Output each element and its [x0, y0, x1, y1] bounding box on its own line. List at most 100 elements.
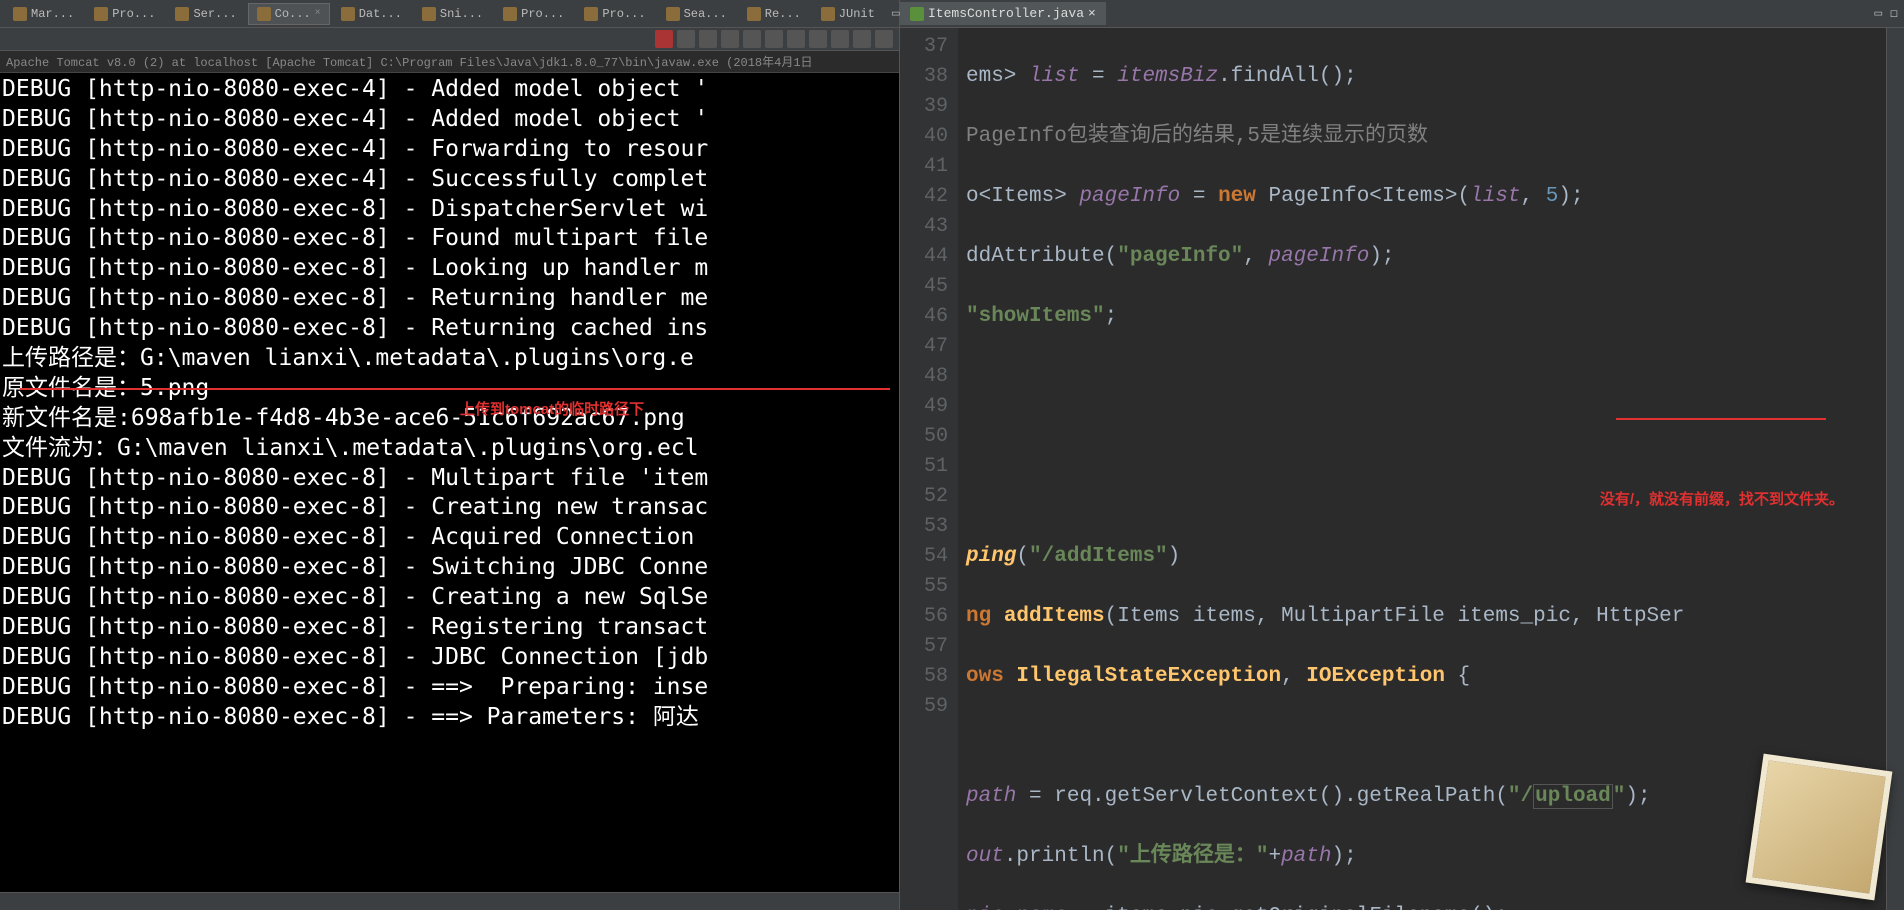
- remove-all-button[interactable]: [699, 30, 717, 48]
- tab-label: Sea...: [684, 7, 727, 21]
- tab-label: Pro...: [112, 7, 155, 21]
- minimize-icon[interactable]: ▭: [892, 6, 900, 21]
- tab-label: Co...: [275, 7, 311, 21]
- avatar-photo: [1746, 754, 1893, 901]
- console-line: DEBUG [http-nio-8080-exec-8] - ==> Param…: [2, 703, 897, 733]
- line-number: 47: [904, 332, 948, 362]
- view-tab-bar: Mar... Pro... Ser... Co... × Dat... Sni... Pro.…: [0, 0, 899, 28]
- console-scrollbar[interactable]: [0, 892, 899, 910]
- line-number: 44: [904, 242, 948, 272]
- java-file-icon: [910, 7, 924, 21]
- code-editor[interactable]: 3738394041424344454647484950515253545556…: [900, 28, 1904, 910]
- view-tab[interactable]: Sni...: [413, 3, 492, 25]
- editor-tab-itemscontroller[interactable]: ItemsController.java ×: [900, 2, 1106, 25]
- line-number: 53: [904, 512, 948, 542]
- console-output[interactable]: 上传到tomcat的临时路径下 DEBUG [http-nio-8080-exe…: [0, 73, 899, 892]
- tab-icon: [94, 7, 108, 21]
- tab-label: Dat...: [359, 7, 402, 21]
- editor-pane: ItemsController.java × ▭ ◻ 3738394041424…: [900, 0, 1904, 910]
- console-line: DEBUG [http-nio-8080-exec-8] - Returning…: [2, 284, 897, 314]
- tab-icon: [422, 7, 436, 21]
- view-tab[interactable]: Pro...: [85, 3, 164, 25]
- line-number: 50: [904, 422, 948, 452]
- console-line: DEBUG [http-nio-8080-exec-8] - Multipart…: [2, 464, 897, 494]
- terminate-button[interactable]: [655, 30, 673, 48]
- console-line: DEBUG [http-nio-8080-exec-8] - JDBC Conn…: [2, 643, 897, 673]
- view-tab[interactable]: Re...: [738, 3, 810, 25]
- line-number: 43: [904, 212, 948, 242]
- tab-icon: [666, 7, 680, 21]
- tab-label: Ser...: [193, 7, 236, 21]
- view-tab[interactable]: Pro...: [575, 3, 654, 25]
- console-line: DEBUG [http-nio-8080-exec-8] - Found mul…: [2, 224, 897, 254]
- line-number: 57: [904, 632, 948, 662]
- code-body[interactable]: ems> list = itemsBiz.findAll(); PageInfo…: [958, 28, 1886, 910]
- console-line: DEBUG [http-nio-8080-exec-8] - Registeri…: [2, 613, 897, 643]
- new-console-button[interactable]: [831, 30, 849, 48]
- console-line: DEBUG [http-nio-8080-exec-8] - Creating …: [2, 583, 897, 613]
- clear-console-button[interactable]: [721, 30, 739, 48]
- tab-icon: [257, 7, 271, 21]
- line-number: 41: [904, 152, 948, 182]
- tab-icon: [341, 7, 355, 21]
- line-number: 49: [904, 392, 948, 422]
- close-icon[interactable]: ×: [1088, 6, 1096, 21]
- tab-icon: [175, 7, 189, 21]
- line-number: 48: [904, 362, 948, 392]
- close-icon[interactable]: ×: [315, 8, 321, 19]
- console-line: DEBUG [http-nio-8080-exec-8] - ==> Prepa…: [2, 673, 897, 703]
- tab-label: Pro...: [521, 7, 564, 21]
- line-number: 52: [904, 482, 948, 512]
- console-line: DEBUG [http-nio-8080-exec-8] - Dispatche…: [2, 195, 897, 225]
- tab-icon: [584, 7, 598, 21]
- console-pane: Mar... Pro... Ser... Co... × Dat... Sni... Pro.…: [0, 0, 900, 910]
- view-tab[interactable]: Sea...: [657, 3, 736, 25]
- scroll-lock-button[interactable]: [743, 30, 761, 48]
- view-tab[interactable]: Co... ×: [248, 3, 330, 25]
- tab-label: Sni...: [440, 7, 483, 21]
- console-line: DEBUG [http-nio-8080-exec-4] - Forwardin…: [2, 135, 897, 165]
- tab-label: Mar...: [31, 7, 74, 21]
- line-number: 46: [904, 302, 948, 332]
- remove-launch-button[interactable]: [677, 30, 695, 48]
- view-tab[interactable]: Mar...: [4, 3, 83, 25]
- view-tab[interactable]: Ser...: [166, 3, 245, 25]
- view-tab[interactable]: Pro...: [494, 3, 573, 25]
- console-line: DEBUG [http-nio-8080-exec-4] - Successfu…: [2, 165, 897, 195]
- line-number: 45: [904, 272, 948, 302]
- maximize-icon[interactable]: ◻: [1890, 6, 1898, 21]
- console-process-label: Apache Tomcat v8.0 (2) at localhost [Apa…: [0, 51, 899, 73]
- editor-window-controls: ▭ ◻: [1868, 6, 1904, 21]
- tab-label: JUnit: [839, 7, 875, 21]
- line-number: 54: [904, 542, 948, 572]
- console-line: 文件流为：G:\maven lianxi\.metadata\.plugins\…: [2, 434, 897, 464]
- view-tab[interactable]: Dat...: [332, 3, 411, 25]
- line-number: 55: [904, 572, 948, 602]
- editor-tab-bar: ItemsController.java × ▭ ◻: [900, 0, 1904, 28]
- console-line: 原文件名是：5.png: [2, 374, 897, 404]
- line-number: 58: [904, 662, 948, 692]
- line-number: 38: [904, 62, 948, 92]
- console-line: DEBUG [http-nio-8080-exec-4] - Added mod…: [2, 75, 897, 105]
- console-toolbar: [0, 28, 899, 51]
- line-number: 56: [904, 602, 948, 632]
- console-line: DEBUG [http-nio-8080-exec-8] - Creating …: [2, 493, 897, 523]
- pin-console-button[interactable]: [765, 30, 783, 48]
- line-number: 37: [904, 32, 948, 62]
- line-number: 42: [904, 182, 948, 212]
- line-number: 51: [904, 452, 948, 482]
- line-number: 59: [904, 692, 948, 722]
- open-console-button[interactable]: [809, 30, 827, 48]
- editor-tab-label: ItemsController.java: [928, 6, 1084, 21]
- tab-label: Re...: [765, 7, 801, 21]
- min-button[interactable]: [853, 30, 871, 48]
- console-line: DEBUG [http-nio-8080-exec-8] - Looking u…: [2, 254, 897, 284]
- console-line: DEBUG [http-nio-8080-exec-8] - Switching…: [2, 553, 897, 583]
- minimize-icon[interactable]: ▭: [1874, 6, 1882, 21]
- tab-icon: [503, 7, 517, 21]
- tab-icon: [821, 7, 835, 21]
- line-number: 40: [904, 122, 948, 152]
- max-button[interactable]: [875, 30, 893, 48]
- display-selected-button[interactable]: [787, 30, 805, 48]
- view-tab[interactable]: JUnit: [812, 3, 884, 25]
